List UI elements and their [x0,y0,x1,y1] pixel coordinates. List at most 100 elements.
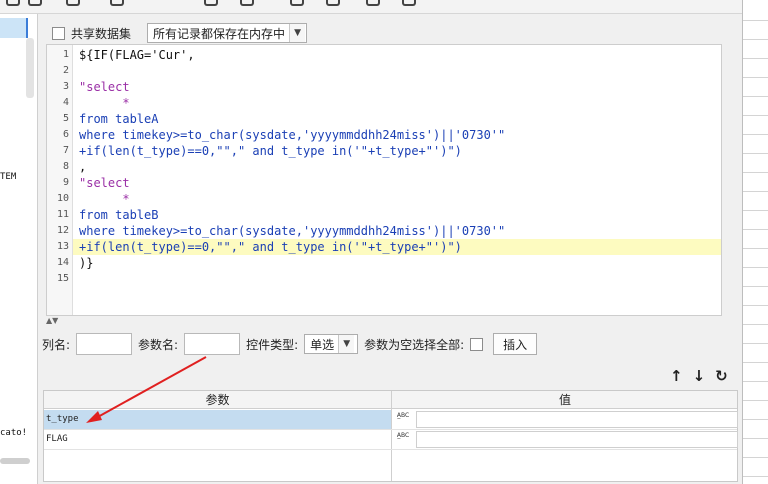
column-header-param: 参数 [205,393,230,407]
line-number: 4 [62,97,69,108]
table-row[interactable]: t_type A̲BC [44,410,738,430]
param-value-input[interactable] [416,411,738,428]
tree-item-label[interactable]: cato! [0,428,27,438]
grid-line [743,305,768,306]
shared-dataset-label: 共享数据集 [71,26,132,41]
line-number: 9 [62,177,69,188]
insert-button[interactable]: 插入 [493,333,538,355]
tree-item-label[interactable]: TEM [0,172,16,182]
code-line[interactable] [73,63,721,79]
grid-line [743,96,768,97]
grid-line [743,58,768,59]
empty-select-all-label: 参数为空选择全部: [364,337,465,352]
chevron-down-icon[interactable]: ▼ [338,335,355,353]
line-number: 13 [56,241,69,252]
grid-line [743,153,768,154]
toolbar-icon[interactable] [66,0,80,6]
tree-hscrollbar[interactable] [0,458,30,464]
empty-select-all-checkbox[interactable] [470,337,484,351]
code-line[interactable]: * [73,191,721,207]
param-name-input[interactable] [184,333,241,355]
grid-line [743,457,768,458]
code-line[interactable]: from tableA [73,111,721,127]
parameter-table: 参数 值 t_type A̲BC FLAG A̲BC [43,390,738,482]
code-line[interactable]: "select [73,175,721,191]
code-line[interactable]: where timekey>=to_char(sysdate,'yyyymmdd… [73,127,721,143]
line-number: 10 [56,193,69,204]
toolbar-icon[interactable] [290,0,304,6]
code-line[interactable] [73,271,721,287]
grid-line [743,476,768,477]
param-name-cell[interactable]: FLAG [44,430,391,449]
control-type-select[interactable]: 单选 ▼ [304,334,359,354]
code-line[interactable]: )} [73,255,721,271]
storage-mode-select[interactable]: 所有记录都保存在内存中 ▼ [147,23,308,43]
code-line[interactable]: +if(len(t_type)==0,""," and t_type in('"… [73,143,721,159]
grid-line [743,267,768,268]
toolbar-icon[interactable] [326,0,340,6]
grid-line [743,324,768,325]
toolbar-icon[interactable] [6,0,20,6]
code-line[interactable]: "select [73,79,721,95]
text-type-icon[interactable]: A̲BC [392,410,414,429]
column-header-value: 值 [558,393,571,407]
grid-line [743,210,768,211]
refresh-icon[interactable]: ↻ [715,367,728,385]
table-row[interactable]: FLAG A̲BC [44,430,738,450]
storage-mode-value: 所有记录都保存在内存中 [153,26,286,41]
toolbar-icon[interactable] [366,0,380,6]
grid-line [743,191,768,192]
move-up-icon[interactable]: ↑ [670,367,683,385]
code-line[interactable]: , [73,159,721,175]
grid-line [743,400,768,401]
line-number-gutter: 1 2 3 4 5 6 7 8 9 10 11 12 13 14 15 [47,45,73,315]
grid-line [743,77,768,78]
line-number: 3 [62,81,69,92]
grid-line [743,438,768,439]
line-number: 12 [56,225,69,236]
toolbar-icon[interactable] [28,0,42,6]
line-number: 5 [62,113,69,124]
grid-line [743,134,768,135]
tree-scrollbar[interactable] [26,38,34,98]
grid-line [743,20,768,21]
code-line[interactable]: where timekey>=to_char(sysdate,'yyyymmdd… [73,223,721,239]
line-number: 1 [62,49,69,60]
grid-line [743,229,768,230]
line-number: 6 [62,129,69,140]
code-line[interactable]: from tableB [73,207,721,223]
param-value-input[interactable] [416,431,738,448]
column-name-input[interactable] [76,333,133,355]
code-line[interactable]: ${IF(FLAG='Cur', [73,47,721,63]
code-line[interactable]: * [73,95,721,111]
grid-line [743,286,768,287]
sql-code-editor[interactable]: 1 2 3 4 5 6 7 8 9 10 11 12 13 14 15 ${IF(FLAG='Cur', "s… [46,44,722,316]
move-down-icon[interactable]: ↓ [693,367,706,385]
toolbar-icon[interactable] [110,0,124,6]
grid-line [743,39,768,40]
line-number: 14 [56,257,69,268]
grid-line [743,248,768,249]
resize-handle-icon[interactable]: ▲▼ [46,316,58,325]
grid-line [743,172,768,173]
param-actions: ↑ ↓ ↻ [670,367,728,385]
shared-dataset-checkbox[interactable] [52,26,65,40]
control-type-value: 单选 [310,337,335,352]
toolbar-icon[interactable] [204,0,218,6]
chevron-down-icon[interactable]: ▼ [289,24,306,42]
grid-line [743,343,768,344]
grid-line [743,419,768,420]
line-number: 7 [62,145,69,156]
toolbar-icon[interactable] [402,0,416,6]
code-line[interactable]: +if(len(t_type)==0,""," and t_type in('"… [73,239,721,255]
grid-line [743,362,768,363]
code-area[interactable]: ${IF(FLAG='Cur', "select * from tableA wher… [73,45,721,315]
grid-line [743,115,768,116]
text-type-icon[interactable]: A̲BC [392,430,414,449]
param-name-cell[interactable]: t_type [44,410,391,429]
line-number: 2 [62,65,69,76]
line-number: 15 [56,273,69,284]
selected-tree-item[interactable] [0,18,28,38]
line-number: 11 [56,209,69,220]
toolbar-icon[interactable] [240,0,254,6]
